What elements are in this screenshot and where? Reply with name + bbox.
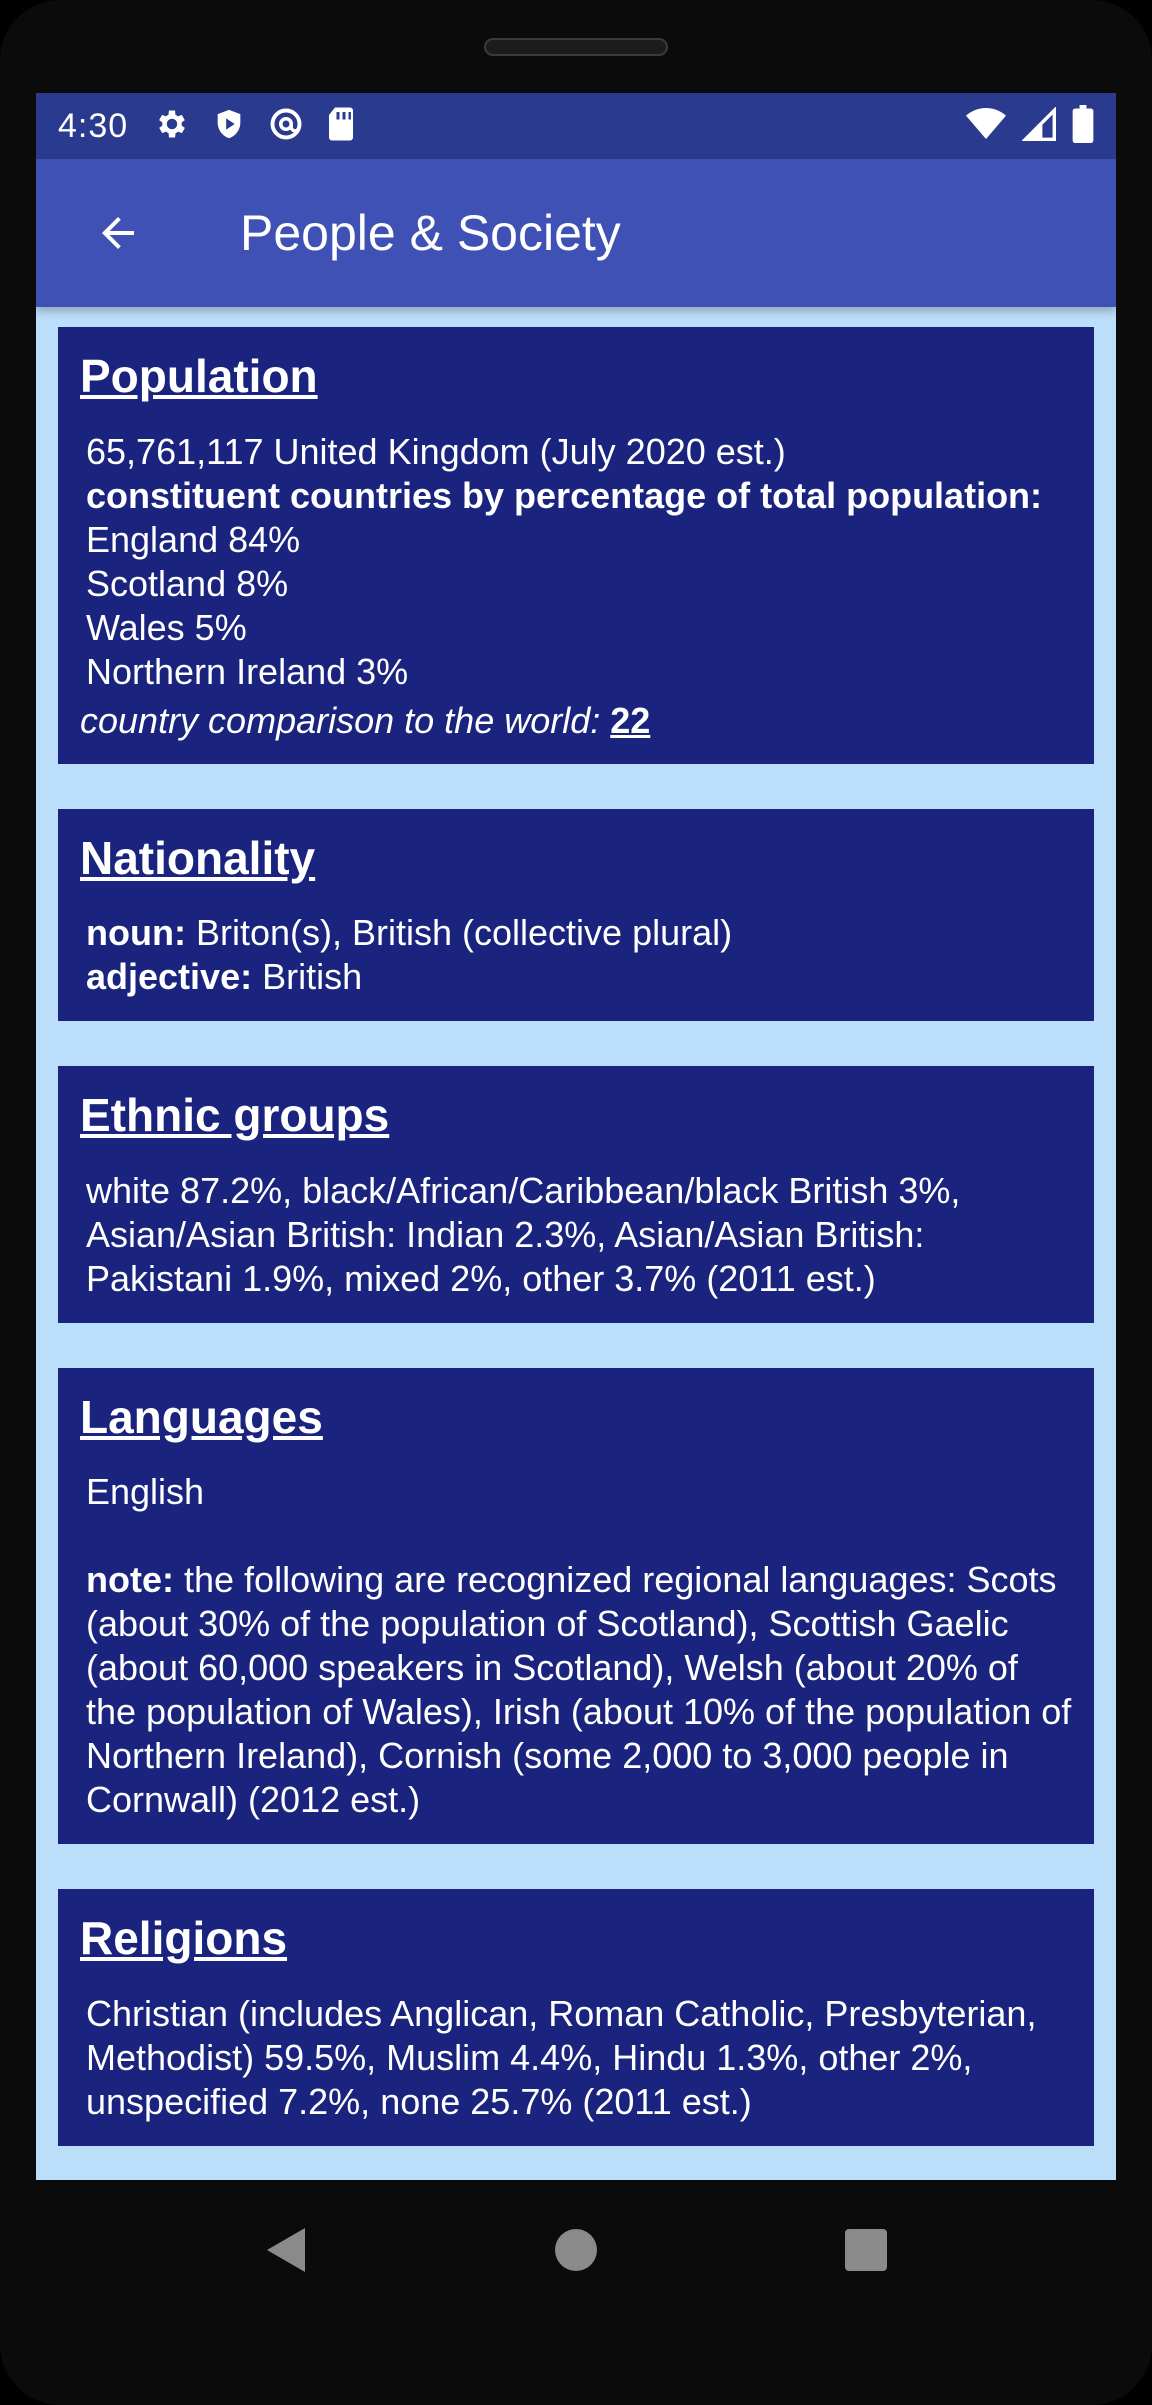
wifi-icon xyxy=(966,107,1006,146)
nationality-body: noun: Briton(s), British (collective plu… xyxy=(80,911,1072,999)
nav-back-button[interactable] xyxy=(256,2220,316,2280)
population-item: Scotland 8% xyxy=(86,562,289,604)
population-body: 65,761,117 United Kingdom (July 2020 est… xyxy=(80,430,1072,694)
languages-body: English note: the following are recogniz… xyxy=(80,1470,1072,1822)
population-item: Northern Ireland 3% xyxy=(86,650,409,692)
languages-main: English xyxy=(86,1471,205,1513)
speaker-grille xyxy=(484,38,668,56)
sd-card-icon xyxy=(326,106,356,147)
population-title: Population xyxy=(80,350,318,402)
adjective-value: British xyxy=(262,956,363,998)
at-sign-icon xyxy=(268,106,304,147)
country-comparison: country comparison to the world: 22 xyxy=(80,700,1072,742)
recents-square-icon xyxy=(845,2229,887,2271)
nationality-title: Nationality xyxy=(80,831,316,884)
adjective-label: adjective: xyxy=(86,956,253,998)
cell-signal-icon xyxy=(1021,105,1056,146)
phone-frame: 4:30 People & Society Population 65,761,… xyxy=(0,0,1152,2405)
languages-card: Languages English note: the following ar… xyxy=(58,1367,1094,1845)
nationality-card: Nationality noun: Briton(s), British (co… xyxy=(58,808,1094,1022)
status-left-icons xyxy=(154,106,356,147)
religions-card: Religions Christian (includes Anglican, … xyxy=(58,1889,1094,2146)
back-button[interactable] xyxy=(78,193,158,273)
app-bar: People & Society xyxy=(36,159,1116,307)
shield-play-icon xyxy=(212,106,246,147)
home-circle-icon xyxy=(555,2229,597,2271)
screen: 4:30 People & Society Population 65,761,… xyxy=(36,93,1116,2180)
comparison-rank-link[interactable]: 22 xyxy=(610,700,650,741)
languages-title: Languages xyxy=(80,1390,323,1443)
nav-recents-button[interactable] xyxy=(836,2220,896,2280)
back-triangle-icon xyxy=(267,2228,305,2272)
content-scroll[interactable]: Population 65,761,117 United Kingdom (Ju… xyxy=(36,307,1116,2180)
gear-icon xyxy=(154,106,190,147)
nav-home-button[interactable] xyxy=(546,2220,606,2280)
languages-note-label: note: xyxy=(86,1559,174,1601)
religions-title: Religions xyxy=(80,1912,288,1965)
comparison-label: country comparison to the world: xyxy=(80,699,601,741)
status-right-icons xyxy=(966,104,1094,148)
population-item: England 84% xyxy=(86,518,301,560)
status-time: 4:30 xyxy=(58,106,129,145)
status-bar: 4:30 xyxy=(36,93,1116,159)
page-title: People & Society xyxy=(240,205,621,261)
population-subheading: constituent countries by percentage of t… xyxy=(86,474,1043,516)
religions-text: Christian (includes Anglican, Roman Cath… xyxy=(86,1992,1037,2122)
ethnic-groups-card: Ethnic groups white 87.2%, black/African… xyxy=(58,1066,1094,1323)
noun-value: Briton(s), British (collective plural) xyxy=(195,912,733,954)
ethnic-groups-title: Ethnic groups xyxy=(80,1089,390,1142)
noun-label: noun: xyxy=(86,912,186,954)
languages-note-text: the following are recognized regional la… xyxy=(86,1559,1072,1821)
system-nav-bar xyxy=(0,2180,1152,2320)
population-total: 65,761,117 United Kingdom (July 2020 est… xyxy=(86,430,786,472)
arrow-left-icon xyxy=(102,217,134,249)
population-item: Wales 5% xyxy=(86,606,247,648)
battery-icon xyxy=(1072,104,1094,148)
population-card: Population 65,761,117 United Kingdom (Ju… xyxy=(58,327,1094,764)
ethnic-groups-text: white 87.2%, black/African/Caribbean/bla… xyxy=(86,1169,961,1299)
